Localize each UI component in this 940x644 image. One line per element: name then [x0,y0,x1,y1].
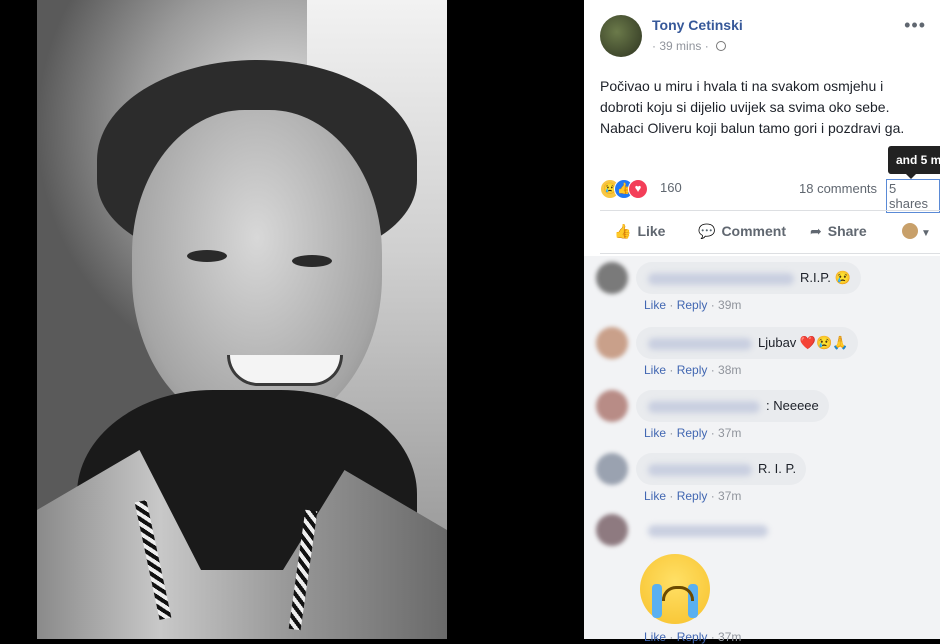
post-text-line: Nabaci Oliveru koji balun tamo gori i po… [600,120,905,136]
share-label: Share [827,223,867,239]
globe-icon [716,41,727,51]
comment-bubble [636,514,784,546]
post-text: Počivao u miru i hvala ti na svakom osmj… [600,76,930,139]
comment-like-link[interactable]: Like [644,426,666,440]
chevron-down-icon: ▼ [921,228,931,239]
comment-time[interactable]: 38m [718,363,741,377]
divider [600,253,940,254]
comment-bubble: Ljubav ❤️😢🙏 [636,327,859,359]
avatar[interactable] [596,327,628,359]
post-time[interactable]: 39 mins [659,39,701,53]
post-header: Tony Cetinski · 39 mins · ••• [600,15,930,59]
commenter-name[interactable] [648,400,760,413]
comment-bubble: : Neeeee [636,390,829,422]
author-avatar[interactable] [600,15,642,57]
comment-meta: Like · Reply · 39m [644,298,742,312]
page-avatar-icon [902,223,918,239]
comment-bubble: R. I. P. [636,453,807,485]
post-stats: 😢 👍 ♥ 160 18 comments 5 shares [600,178,940,213]
comment-like-link[interactable]: Like [644,298,666,312]
photo-viewer [0,0,584,639]
post-as-selector[interactable]: ▼ [902,223,931,239]
avatar[interactable] [596,453,628,485]
crying-sticker-icon [640,554,710,624]
comment-label: Comment [721,223,786,239]
author-name[interactable]: Tony Cetinski [652,17,743,33]
comment-like-link[interactable]: Like [644,489,666,503]
divider [600,210,940,211]
comment-meta: Like · Reply · 37m [644,630,742,644]
comment-meta: Like · Reply · 37m [644,426,742,440]
shares-count[interactable]: 5 shares [886,179,940,213]
comment-time[interactable]: 37m [718,630,741,644]
comment-reply-link[interactable]: Reply [677,298,708,312]
comment-text: Ljubav ❤️😢🙏 [758,335,849,350]
commenter-name[interactable] [648,337,752,350]
comments-count[interactable]: 18 comments [799,181,877,196]
commenter-name[interactable] [648,524,768,537]
photo-smile [227,355,343,386]
share-arrow-icon: ➦ [810,223,822,239]
comment-reply-link[interactable]: Reply [677,363,708,377]
post-text-line: dobroti koju si dijelio uvijek sa svima … [600,99,890,115]
comment-text: R. I. P. [758,461,797,476]
comment-reply-link[interactable]: Reply [677,426,708,440]
tear-left [652,584,662,618]
comment-text: R.I.P. 😢 [800,270,851,285]
shares-tooltip: and 5 m [888,146,940,179]
commenter-name[interactable] [648,272,794,285]
comment-time[interactable]: 37m [718,489,741,503]
comment-meta: Like · Reply · 37m [644,489,742,503]
avatar[interactable] [596,262,628,294]
photo-eye-left [187,250,227,262]
reactions-count[interactable]: 160 [660,180,682,195]
comment-meta: Like · Reply · 38m [644,363,742,377]
comment-bubble-icon: 💬 [698,223,716,239]
share-button[interactable]: ➦ Share [810,223,867,240]
avatar[interactable] [596,514,628,546]
comments-section: R.I.P. 😢 Like · Reply · 39m Ljubav ❤️😢🙏 … [584,256,940,644]
like-button[interactable]: 👍 Like [614,223,665,240]
post-photo[interactable] [37,0,447,639]
like-label: Like [637,223,666,239]
post-text-line: Počivao u miru i hvala ti na svakom osmj… [600,78,884,94]
comment-text: : Neeeee [766,398,819,413]
comment-reply-link[interactable]: Reply [677,489,708,503]
comment-bubble: R.I.P. 😢 [636,262,861,294]
avatar[interactable] [596,390,628,422]
comment-reply-link[interactable]: Reply [677,630,708,644]
post-meta: · 39 mins · [652,39,727,53]
comment-button[interactable]: 💬 Comment [698,223,786,240]
comment-time[interactable]: 37m [718,426,741,440]
comment-like-link[interactable]: Like [644,630,666,644]
comment-time[interactable]: 39m [718,298,741,312]
post-actions: 👍 Like 💬 Comment ➦ Share ▼ [600,218,940,246]
photo-eye-right [292,255,332,267]
comment-like-link[interactable]: Like [644,363,666,377]
love-icon[interactable]: ♥ [628,179,648,199]
more-options-icon[interactable]: ••• [904,15,926,36]
post-panel: Tony Cetinski · 39 mins · ••• Počivao u … [584,0,940,644]
commenter-name[interactable] [648,463,752,476]
thumbs-up-icon: 👍 [614,223,632,239]
